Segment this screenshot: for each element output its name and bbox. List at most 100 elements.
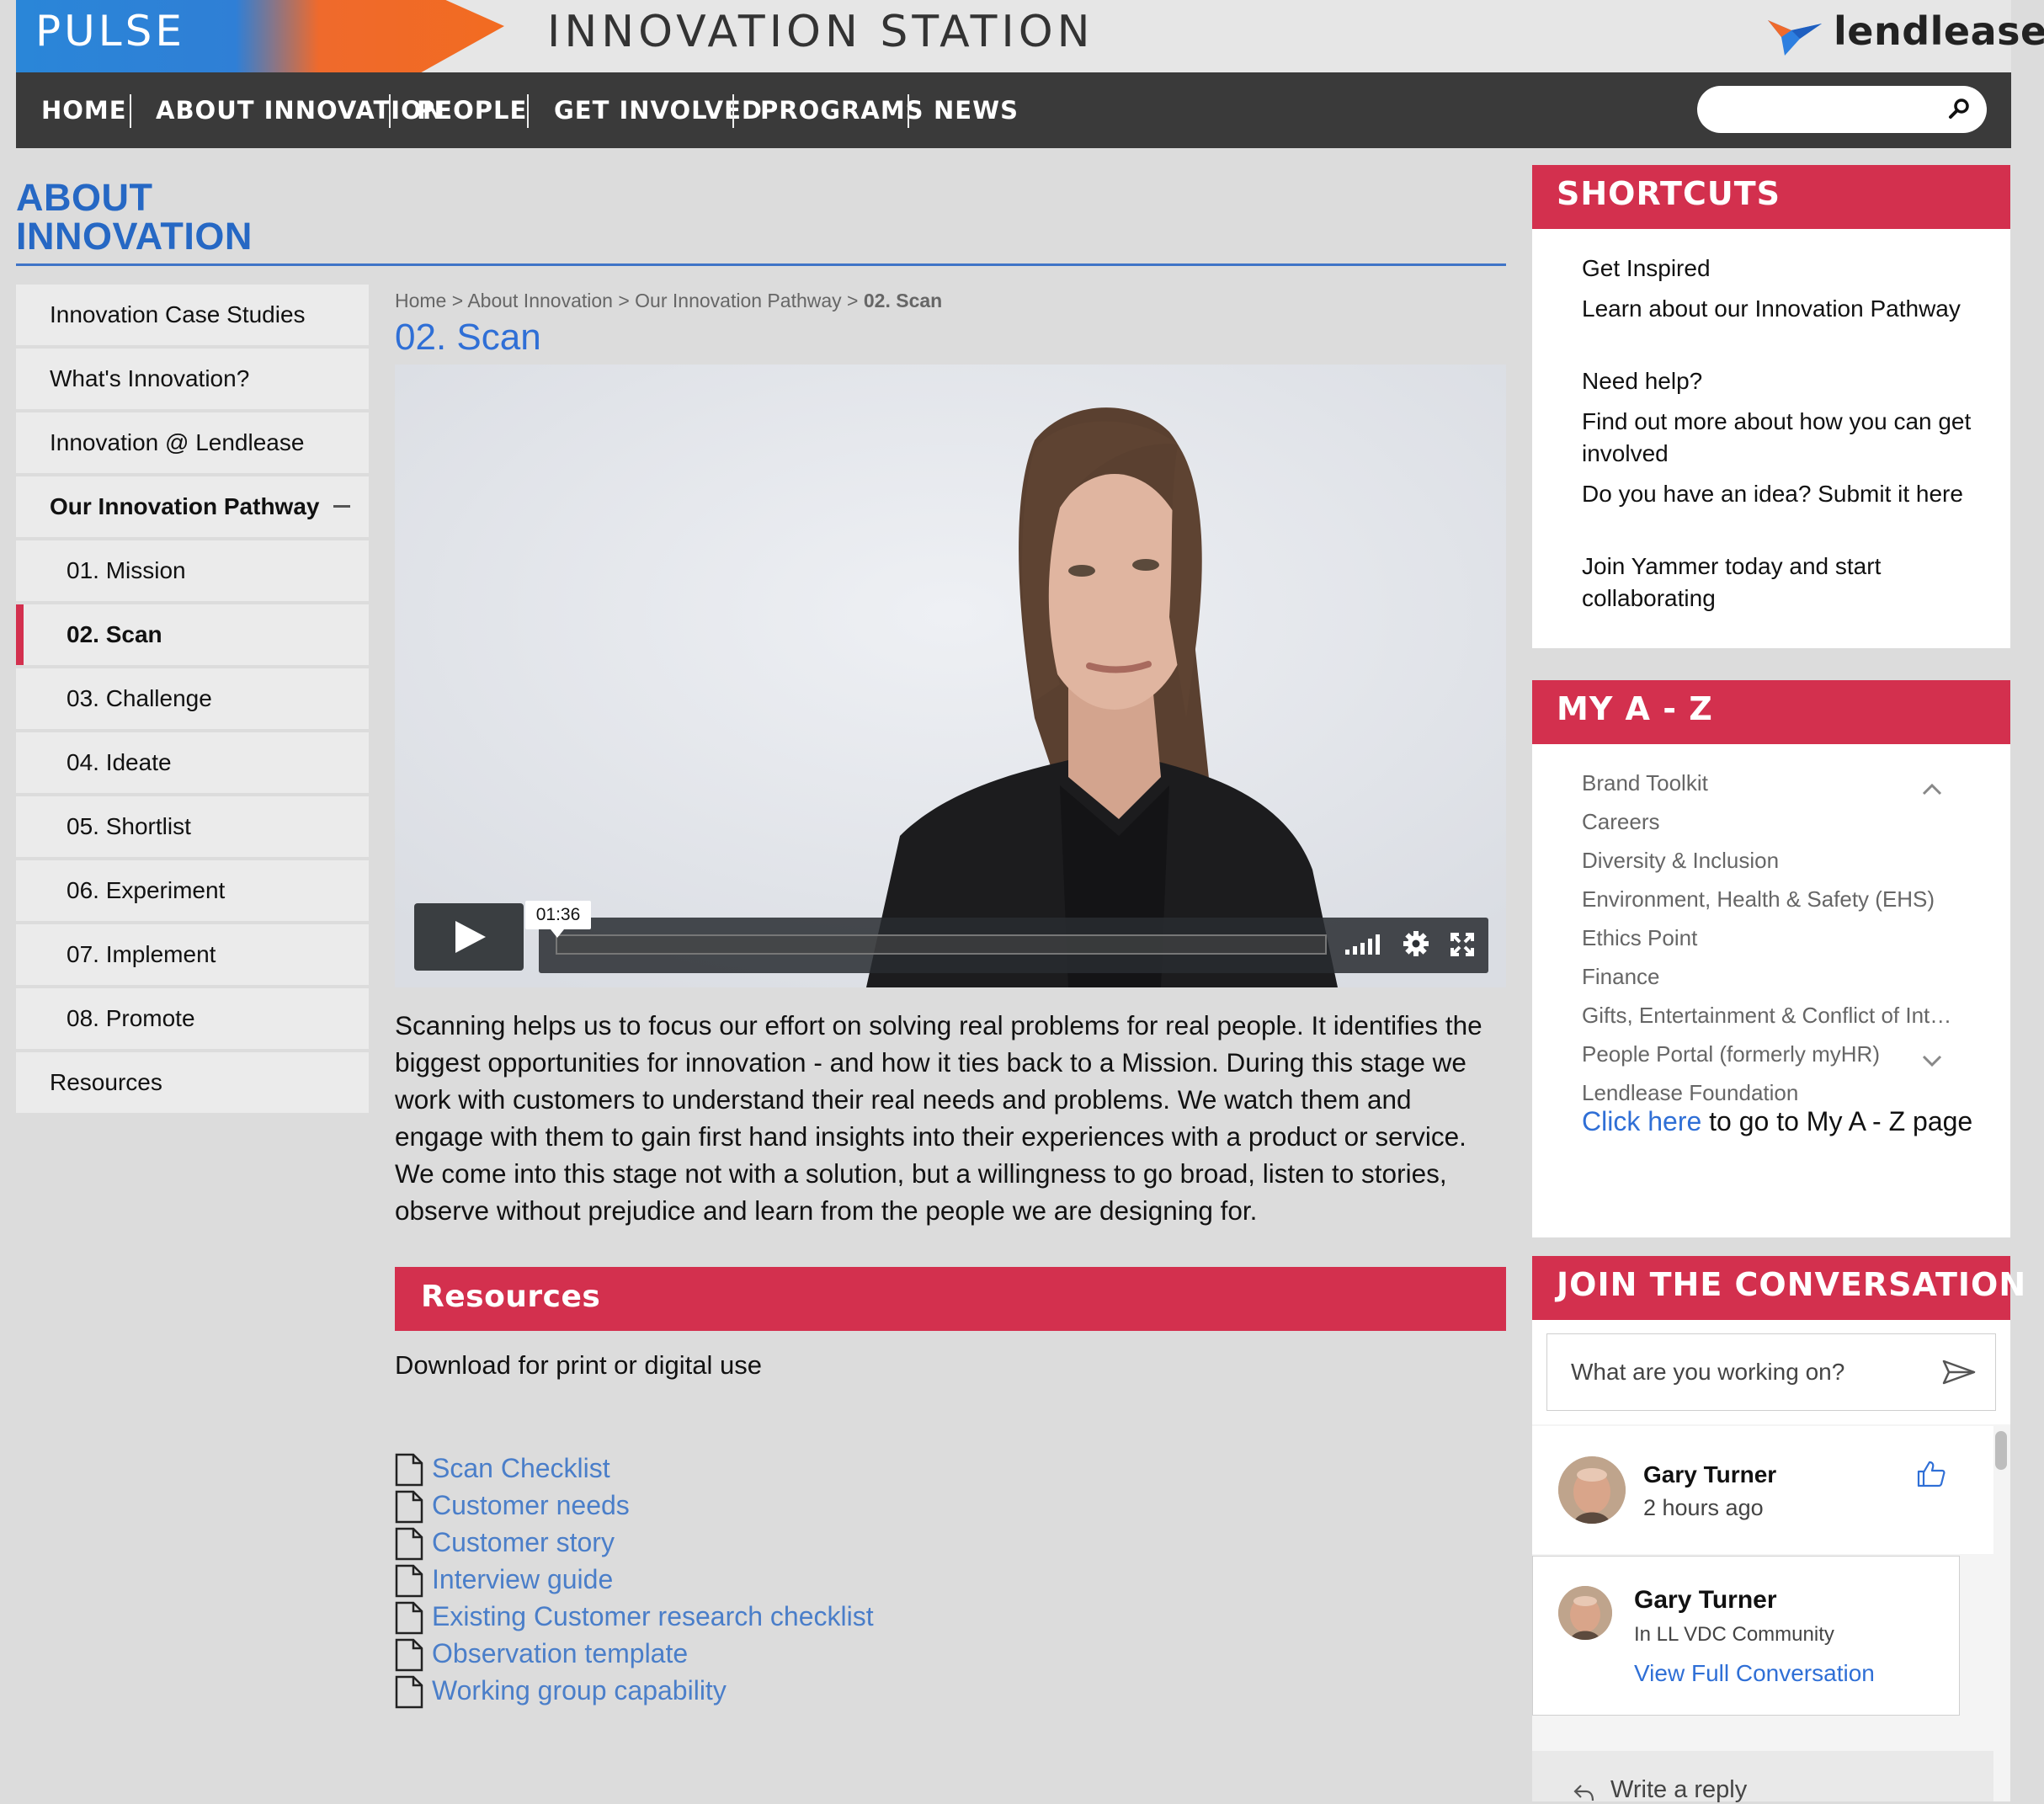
breadcrumb-separator: > [446, 290, 468, 311]
reply-icon [1573, 1785, 1594, 1801]
page-title: 02. Scan [395, 317, 541, 358]
sidebar-item-resources[interactable]: Resources [16, 1052, 369, 1113]
video-progress-bar[interactable] [556, 934, 1327, 955]
video-player[interactable] [395, 365, 1506, 987]
resource-link-label: Working group capability [432, 1675, 727, 1706]
resource-link[interactable]: Observation template [395, 1635, 688, 1672]
resource-link[interactable]: Scan Checklist [395, 1450, 610, 1487]
sidebar-item-ideate[interactable]: 04. Ideate [16, 732, 369, 793]
az-link[interactable]: Finance [1582, 964, 1660, 990]
az-click-here-link[interactable]: Click here [1582, 1106, 1701, 1136]
nav-divider [908, 94, 909, 128]
shortcut-link[interactable]: Get Inspired [1582, 253, 1977, 285]
section-heading-line2: INNOVATION [16, 215, 253, 258]
az-link[interactable]: Brand Toolkit [1582, 770, 1708, 796]
resource-link-label: Interview guide [432, 1564, 614, 1594]
sidebar-item-experiment[interactable]: 06. Experiment [16, 860, 369, 921]
az-link[interactable]: Careers [1582, 809, 1659, 835]
post-author[interactable]: Gary Turner [1643, 1461, 1776, 1488]
az-link[interactable]: Environment, Health & Safety (EHS) [1582, 886, 1935, 913]
nav-people[interactable]: PEOPLE [417, 72, 527, 148]
reply-placeholder: Write a reply [1610, 1776, 1748, 1803]
sidebar-item-shortlist[interactable]: 05. Shortlist [16, 796, 369, 857]
az-link[interactable]: Gifts, Entertainment & Conflict of Int… [1582, 1003, 1951, 1029]
breadcrumb-home[interactable]: Home [395, 290, 446, 311]
resource-link-label: Scan Checklist [432, 1453, 610, 1483]
video-frame-image [395, 365, 1506, 987]
az-panel [1532, 680, 2010, 1237]
shortcut-link[interactable]: Join Yammer today and start collaboratin… [1582, 551, 1977, 615]
resource-link[interactable]: Customer needs [395, 1487, 630, 1524]
az-footer-text: to go to My A - Z page [1701, 1106, 1973, 1136]
sidebar-item-challenge[interactable]: 03. Challenge [16, 668, 369, 729]
nav-divider [732, 94, 734, 128]
az-title: MY A - Z [1557, 690, 1713, 727]
sidebar-item-mission[interactable]: 01. Mission [16, 540, 369, 601]
sidebar-item-promote[interactable]: 08. Promote [16, 988, 369, 1049]
view-full-conversation-link[interactable]: View Full Conversation [1634, 1660, 1875, 1687]
breadcrumb-about-innovation[interactable]: About Innovation [467, 290, 613, 311]
sidebar-item-case-studies[interactable]: Innovation Case Studies [16, 285, 369, 345]
thread-author[interactable]: Gary Turner [1634, 1586, 1777, 1615]
search-icon[interactable] [1946, 96, 1972, 121]
feed-scrollbar[interactable] [1993, 1426, 2010, 1801]
nav-programs[interactable]: PROGRAMS [760, 72, 924, 148]
section-heading-line1: ABOUT [16, 176, 153, 219]
sidebar-item-innovation-pathway[interactable]: Our Innovation Pathway [16, 476, 369, 537]
scroll-up-icon[interactable] [1921, 781, 1943, 796]
resource-link[interactable]: Interview guide [395, 1561, 613, 1598]
shortcut-link[interactable]: Need help? [1582, 365, 1977, 397]
resource-link-label: Customer needs [432, 1490, 630, 1520]
nav-news[interactable]: NEWS [934, 72, 1019, 148]
site-title: INNOVATION STATION [547, 7, 1094, 57]
az-link[interactable]: People Portal (formerly myHR) [1582, 1041, 1880, 1067]
sidebar-item-scan[interactable]: 02. Scan [16, 604, 369, 665]
sidebar-item-innovation-lendlease[interactable]: Innovation @ Lendlease [16, 412, 369, 473]
avatar[interactable] [1558, 1456, 1626, 1524]
collapse-icon[interactable] [333, 505, 350, 508]
resource-link[interactable]: Customer story [395, 1524, 615, 1561]
resources-subtitle: Download for print or digital use [395, 1350, 762, 1380]
play-icon[interactable] [455, 921, 486, 953]
breadcrumb-innovation-pathway[interactable]: Our Innovation Pathway [635, 290, 841, 311]
resource-link-label: Observation template [432, 1638, 689, 1668]
video-time-tooltip: 01:36 [525, 901, 591, 938]
feed-scrollbar-thumb[interactable] [1995, 1431, 2007, 1470]
lendlease-logo-text[interactable]: lendlease [1834, 8, 2044, 54]
resource-link[interactable]: Existing Customer research checklist [395, 1598, 874, 1635]
conversation-title: JOIN THE CONVERSATION [1557, 1266, 2027, 1303]
pulse-logo-text[interactable]: PULSE [35, 7, 185, 56]
document-icon [395, 1564, 423, 1598]
compose-placeholder: What are you working on? [1571, 1359, 1845, 1385]
document-icon [395, 1601, 423, 1635]
breadcrumb-separator: > [841, 290, 864, 311]
scroll-down-icon[interactable] [1921, 1054, 1943, 1069]
volume-icon[interactable] [1345, 933, 1386, 955]
reply-box[interactable] [1532, 1751, 1993, 1801]
nav-home[interactable]: HOME [41, 72, 127, 148]
shortcut-link[interactable]: Do you have an idea? Submit it here [1582, 478, 1977, 510]
resource-link-label: Existing Customer research checklist [432, 1601, 874, 1631]
document-icon [395, 1453, 423, 1487]
fullscreen-icon[interactable] [1450, 933, 1474, 956]
nav-about-innovation[interactable]: ABOUT INNOVATION [156, 72, 444, 148]
shortcut-link[interactable]: Find out more about how you can get invo… [1582, 406, 1977, 470]
az-link[interactable]: Diversity & Inclusion [1582, 848, 1779, 874]
gear-icon[interactable] [1403, 930, 1429, 957]
az-link[interactable]: Ethics Point [1582, 925, 1697, 951]
lendlease-logo-icon[interactable] [1766, 13, 1823, 57]
like-icon[interactable] [1916, 1460, 1946, 1488]
sidebar-item-implement[interactable]: 07. Implement [16, 924, 369, 985]
resource-link[interactable]: Working group capability [395, 1672, 727, 1709]
breadcrumb: Home > About Innovation > Our Innovation… [395, 290, 942, 312]
shortcut-link[interactable]: Learn about our Innovation Pathway [1582, 293, 1977, 325]
resources-title: Resources [421, 1280, 601, 1314]
document-icon [395, 1490, 423, 1524]
avatar[interactable] [1558, 1586, 1612, 1640]
sidebar-item-whats-innovation[interactable]: What's Innovation? [16, 349, 369, 409]
document-icon [395, 1527, 423, 1561]
nav-get-involved[interactable]: GET INVOLVED [554, 72, 763, 148]
search-input[interactable] [1697, 86, 1987, 133]
send-icon[interactable] [1942, 1359, 1976, 1386]
thread-group[interactable]: In LL VDC Community [1634, 1623, 1834, 1647]
